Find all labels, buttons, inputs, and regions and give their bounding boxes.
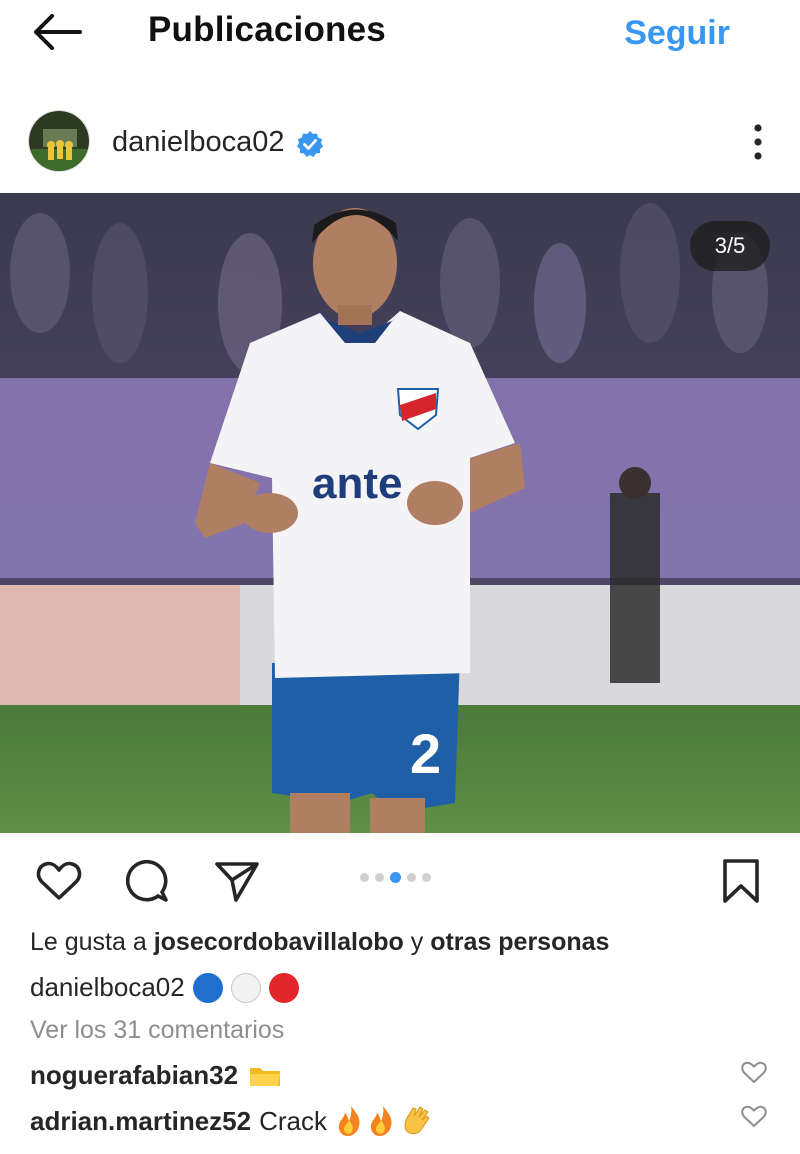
white-circle-emoji — [230, 972, 261, 1003]
post-username[interactable]: danielboca02 — [112, 126, 285, 159]
comment-icon[interactable] — [122, 856, 172, 906]
verified-badge-icon — [297, 131, 323, 157]
carousel-dot — [375, 873, 384, 882]
comment-item: noguerafabian32 — [30, 1060, 282, 1091]
carousel-dot — [407, 873, 416, 882]
likes-suffix[interactable]: otras personas — [430, 928, 609, 956]
folder-emoji-icon — [250, 1067, 281, 1086]
red-circle-emoji — [268, 972, 299, 1003]
comment-text: Crack — [259, 1105, 327, 1136]
bookmark-icon[interactable] — [716, 856, 766, 906]
carousel-counter: 3/5 — [690, 221, 770, 271]
arrow-left-icon[interactable] — [30, 12, 84, 52]
page-title: Publicaciones — [148, 10, 386, 49]
carousel-dot — [360, 873, 369, 882]
svg-text:ante: ante — [312, 459, 402, 508]
likes-summary: Le gusta a josecordobavillalobo y otras … — [30, 928, 609, 957]
follow-button[interactable]: Seguir — [624, 14, 730, 53]
avatar[interactable] — [28, 110, 90, 172]
comment-username[interactable]: noguerafabian32 — [30, 1060, 238, 1091]
comment-like-heart-icon[interactable] — [740, 1102, 768, 1130]
comment-username[interactable]: adrian.martinez52 — [30, 1106, 251, 1137]
send-icon[interactable] — [212, 856, 262, 906]
likes-user[interactable]: josecordobavillalobo — [154, 928, 404, 956]
post-caption: danielboca02 — [30, 972, 299, 1003]
carousel-indicator — [360, 872, 431, 885]
blue-circle-emoji — [192, 972, 223, 1003]
carousel-dot — [422, 873, 431, 882]
soccer-player-photo: ante 2 — [0, 193, 800, 833]
post-header: danielboca02 — [0, 104, 800, 184]
fire-fire-clap-emoji-icon — [338, 1106, 430, 1136]
action-bar — [0, 850, 800, 910]
more-vertical-icon[interactable] — [744, 120, 772, 164]
caption-username[interactable]: danielboca02 — [30, 972, 185, 1003]
heart-icon[interactable] — [34, 856, 84, 906]
svg-text:2: 2 — [410, 722, 441, 785]
carousel-dot-active — [390, 872, 401, 883]
top-bar: Publicaciones Seguir — [0, 0, 800, 70]
likes-joiner: y — [410, 928, 424, 956]
comment-like-heart-icon[interactable] — [740, 1058, 768, 1086]
view-comments-link[interactable]: Ver los 31 comentarios — [30, 1016, 284, 1045]
post-image[interactable]: ante 2 3/5 — [0, 193, 800, 833]
comment-item: adrian.martinez52 Crack — [30, 1104, 435, 1138]
likes-prefix: Le gusta a — [30, 928, 147, 956]
